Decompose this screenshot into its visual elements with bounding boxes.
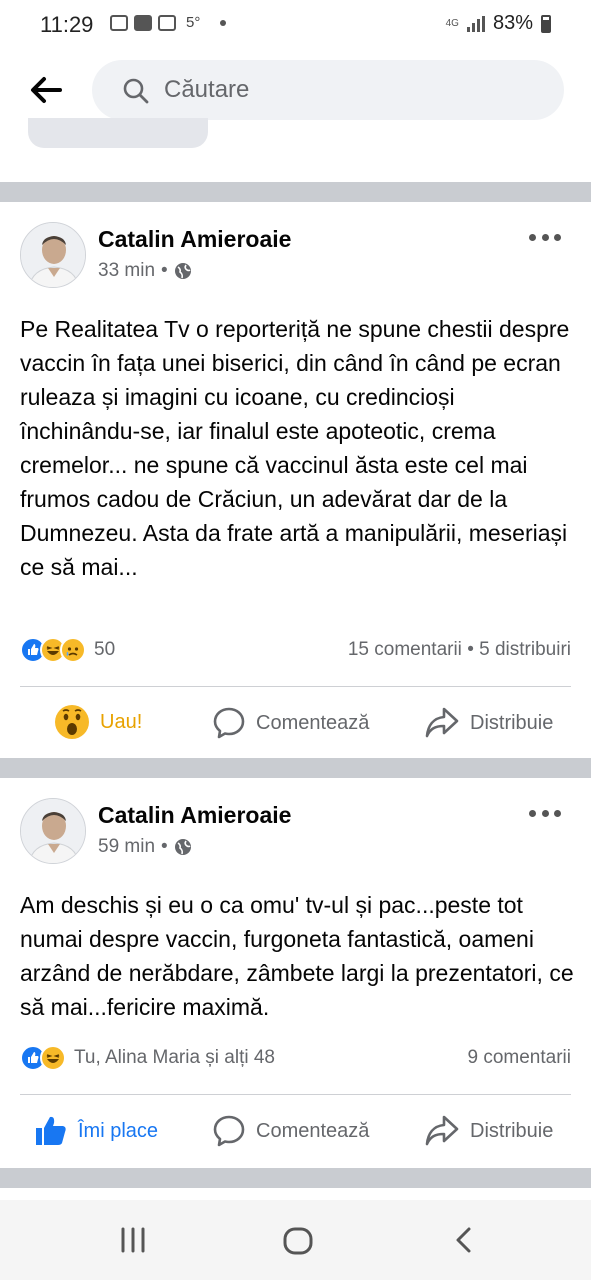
like-label: Îmi place xyxy=(78,1119,159,1142)
stats-separator: • xyxy=(467,639,474,660)
youtube-notification-icon xyxy=(134,14,152,31)
share-button[interactable]: Distribuie xyxy=(424,706,553,740)
action-divider xyxy=(20,686,571,687)
haha-reaction-icon xyxy=(40,1045,66,1071)
share-label: Distribuie xyxy=(470,711,554,734)
home-icon xyxy=(283,1227,313,1255)
signal-icon xyxy=(466,15,485,32)
reaction-summary[interactable]: Tu, Alina Maria și alți 48 xyxy=(20,1045,275,1071)
post-stats: 9 comentarii xyxy=(468,1047,572,1069)
reaction-count: 50 xyxy=(94,639,116,660)
recents-icon xyxy=(121,1227,145,1253)
wow-icon xyxy=(55,705,89,739)
comment-count[interactable]: 9 comentarii xyxy=(468,1047,572,1068)
profile-photo-icon xyxy=(21,223,85,287)
back-arrow-icon xyxy=(31,77,62,103)
post-time[interactable]: 59 min xyxy=(98,836,155,858)
search-placeholder: Căutare xyxy=(164,76,250,103)
post-options-button[interactable] xyxy=(529,806,561,820)
globe-icon xyxy=(174,839,191,855)
post-card: Catalin Amieroaie 33 min • Pe Realitatea… xyxy=(0,202,591,758)
send-notification-icon xyxy=(110,14,128,31)
recents-button[interactable] xyxy=(118,1226,148,1259)
share-icon xyxy=(425,707,459,738)
share-icon xyxy=(425,1115,459,1146)
search-icon xyxy=(123,78,149,104)
post-stats: 15 comentarii • 5 distribuiri xyxy=(348,639,571,661)
home-button[interactable] xyxy=(282,1226,314,1261)
comment-icon xyxy=(213,1115,245,1147)
reaction-summary[interactable]: 50 xyxy=(20,637,115,663)
meta-separator: • xyxy=(161,260,168,281)
post-time[interactable]: 33 min xyxy=(98,260,155,282)
search-input[interactable]: Căutare xyxy=(92,60,564,120)
weather-temperature: 5° xyxy=(186,14,201,31)
system-back-button[interactable] xyxy=(452,1226,476,1259)
comment-button[interactable]: Comentează xyxy=(212,706,369,740)
comment-label: Comentează xyxy=(256,711,370,734)
comment-count[interactable]: 15 comentarii xyxy=(348,639,462,660)
system-navigation-bar xyxy=(0,1200,591,1280)
post-author[interactable]: Catalin Amieroaie xyxy=(98,802,291,829)
post-card: Catalin Amieroaie 59 min • Am deschis și… xyxy=(0,778,591,1168)
avatar[interactable] xyxy=(20,798,86,864)
comment-icon xyxy=(213,707,245,739)
post-text: Am deschis și eu o ca omu' tv-ul și pac.… xyxy=(20,892,574,1020)
post-author[interactable]: Catalin Amieroaie xyxy=(98,226,291,253)
react-label: Uau! xyxy=(100,710,143,733)
back-arrow-button[interactable] xyxy=(26,72,66,108)
reaction-names: Tu, Alina Maria și alți 48 xyxy=(74,1047,275,1068)
status-time: 11:29 xyxy=(40,12,94,37)
back-icon xyxy=(456,1227,471,1253)
battery-icon xyxy=(541,14,551,33)
sad-reaction-icon xyxy=(60,637,86,663)
feed-separator xyxy=(0,182,591,202)
react-button[interactable]: Uau! xyxy=(54,704,142,740)
system-indicators: 4G 83% xyxy=(446,12,551,35)
post-meta: 33 min • xyxy=(98,260,192,282)
comment-button[interactable]: Comentează xyxy=(212,1114,369,1148)
like-button[interactable]: Îmi place xyxy=(34,1114,158,1148)
post-meta: 59 min • xyxy=(98,836,192,858)
avatar[interactable] xyxy=(20,222,86,288)
post-options-button[interactable] xyxy=(529,230,561,244)
network-type: 4G xyxy=(445,17,459,29)
more-notifications-icon xyxy=(220,19,227,26)
battery-percent: 83% xyxy=(492,12,533,34)
gallery-notification-icon xyxy=(158,14,176,31)
globe-icon xyxy=(174,263,191,279)
share-count[interactable]: 5 distribuiri xyxy=(479,639,571,660)
like-icon xyxy=(36,1116,66,1145)
profile-photo-icon xyxy=(21,799,85,863)
meta-separator: • xyxy=(161,836,168,857)
comment-label: Comentează xyxy=(256,1119,370,1142)
notification-icons: 5° xyxy=(110,14,227,31)
feed-separator xyxy=(0,1168,591,1188)
previous-post-button[interactable] xyxy=(28,118,208,148)
post-text: Pe Realitatea Tv o reporteriță ne spune … xyxy=(20,316,570,580)
status-bar: 11:29 5° 4G 83% xyxy=(0,0,591,50)
share-label: Distribuie xyxy=(470,1119,554,1142)
feed-separator xyxy=(0,758,591,778)
action-divider xyxy=(20,1094,571,1095)
share-button[interactable]: Distribuie xyxy=(424,1114,553,1148)
